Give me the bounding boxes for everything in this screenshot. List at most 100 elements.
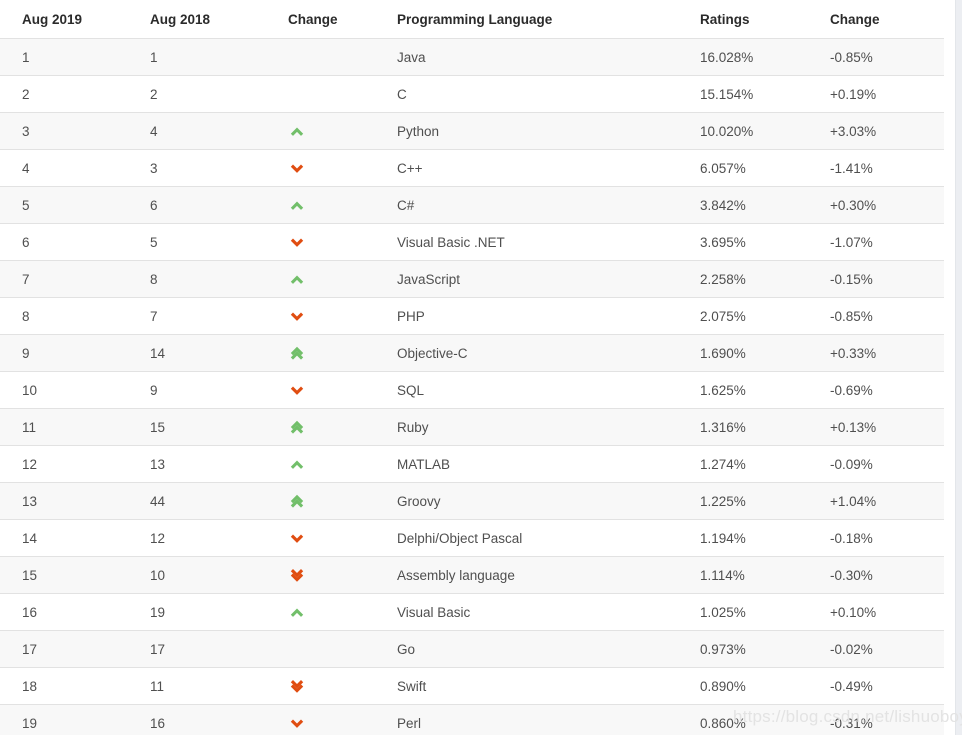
- cell-programming-language: MATLAB: [385, 445, 688, 483]
- cell-rank-current: 9: [0, 334, 133, 372]
- cell-ratings-change: -0.30%: [813, 556, 944, 594]
- chevron-double-up-icon: [288, 345, 306, 361]
- table-header-row: Aug 2019 Aug 2018 Change Programming Lan…: [0, 0, 944, 39]
- chevron-down-icon: [288, 530, 306, 546]
- cell-ratings: 1.225%: [688, 482, 813, 520]
- page-right-gutter: [955, 0, 962, 735]
- table-row: 8 7 PHP 2.075% -0.85%: [0, 297, 944, 335]
- cell-rank-current: 2: [0, 75, 133, 113]
- column-header-programming-language: Programming Language: [385, 0, 688, 39]
- cell-ratings-change: -0.15%: [813, 260, 944, 298]
- cell-change-direction: [271, 38, 385, 76]
- cell-ratings-change: -0.02%: [813, 630, 944, 668]
- cell-rank-previous: 3: [133, 149, 271, 187]
- table-row: 15 10 Assembly language 1.114% -0.30%: [0, 556, 944, 594]
- cell-ratings-change: -0.09%: [813, 445, 944, 483]
- cell-change-direction: [271, 408, 385, 446]
- cell-programming-language: Perl: [385, 704, 688, 735]
- chevron-double-up-icon: [288, 493, 306, 509]
- chevron-down-icon: [288, 308, 306, 324]
- cell-ratings-change: -0.18%: [813, 519, 944, 557]
- table-row: 19 16 Perl 0.860% -0.31%: [0, 704, 944, 735]
- cell-ratings: 1.114%: [688, 556, 813, 594]
- cell-ratings-change: -0.69%: [813, 371, 944, 409]
- cell-change-direction: [271, 371, 385, 409]
- table-row: 4 3 C++ 6.057% -1.41%: [0, 149, 944, 187]
- table-row: 11 15 Ruby 1.316% +0.13%: [0, 408, 944, 446]
- table-row: 12 13 MATLAB 1.274% -0.09%: [0, 445, 944, 483]
- cell-rank-current: 4: [0, 149, 133, 187]
- cell-rank-current: 14: [0, 519, 133, 557]
- cell-rank-current: 13: [0, 482, 133, 520]
- cell-rank-previous: 9: [133, 371, 271, 409]
- cell-ratings: 3.842%: [688, 186, 813, 224]
- table-row: 14 12 Delphi/Object Pascal 1.194% -0.18%: [0, 519, 944, 557]
- cell-ratings: 1.025%: [688, 593, 813, 631]
- programming-language-ranking-table: Aug 2019 Aug 2018 Change Programming Lan…: [0, 0, 944, 735]
- cell-change-direction: [271, 297, 385, 335]
- cell-programming-language: Go: [385, 630, 688, 668]
- cell-programming-language: Java: [385, 38, 688, 76]
- cell-rank-current: 6: [0, 223, 133, 261]
- cell-programming-language: C++: [385, 149, 688, 187]
- cell-programming-language: Delphi/Object Pascal: [385, 519, 688, 557]
- cell-change-direction: [271, 75, 385, 113]
- cell-rank-current: 10: [0, 371, 133, 409]
- cell-ratings-change: -1.41%: [813, 149, 944, 187]
- cell-rank-current: 1: [0, 38, 133, 76]
- cell-rank-current: 17: [0, 630, 133, 668]
- cell-ratings-change: -0.85%: [813, 297, 944, 335]
- cell-rank-previous: 13: [133, 445, 271, 483]
- chevron-down-icon: [288, 234, 306, 250]
- cell-ratings: 6.057%: [688, 149, 813, 187]
- cell-programming-language: C: [385, 75, 688, 113]
- cell-rank-previous: 12: [133, 519, 271, 557]
- cell-programming-language: Visual Basic .NET: [385, 223, 688, 261]
- cell-programming-language: SQL: [385, 371, 688, 409]
- cell-change-direction: [271, 519, 385, 557]
- cell-rank-current: 11: [0, 408, 133, 446]
- cell-change-direction: [271, 112, 385, 150]
- table-row: 1 1 Java 16.028% -0.85%: [0, 38, 944, 76]
- cell-ratings-change: -0.31%: [813, 704, 944, 735]
- cell-change-direction: [271, 223, 385, 261]
- cell-change-direction: [271, 482, 385, 520]
- chevron-double-down-icon: [288, 567, 306, 583]
- table-row: 3 4 Python 10.020% +3.03%: [0, 112, 944, 150]
- table-row: 13 44 Groovy 1.225% +1.04%: [0, 482, 944, 520]
- cell-ratings: 1.316%: [688, 408, 813, 446]
- cell-rank-current: 5: [0, 186, 133, 224]
- table-row: 9 14 Objective-C 1.690% +0.33%: [0, 334, 944, 372]
- cell-change-direction: [271, 149, 385, 187]
- table-row: 5 6 C# 3.842% +0.30%: [0, 186, 944, 224]
- cell-rank-previous: 6: [133, 186, 271, 224]
- cell-ratings: 1.274%: [688, 445, 813, 483]
- cell-change-direction: [271, 667, 385, 705]
- cell-rank-previous: 2: [133, 75, 271, 113]
- cell-ratings-change: +0.13%: [813, 408, 944, 446]
- cell-ratings: 3.695%: [688, 223, 813, 261]
- cell-change-direction: [271, 630, 385, 668]
- page-root: Aug 2019 Aug 2018 Change Programming Lan…: [0, 0, 962, 735]
- column-header-change-direction: Change: [271, 0, 385, 39]
- chevron-double-down-icon: [288, 678, 306, 694]
- cell-rank-previous: 16: [133, 704, 271, 735]
- cell-rank-current: 15: [0, 556, 133, 594]
- cell-programming-language: PHP: [385, 297, 688, 335]
- cell-programming-language: Objective-C: [385, 334, 688, 372]
- chevron-down-icon: [288, 715, 306, 731]
- cell-change-direction: [271, 334, 385, 372]
- cell-rank-previous: 17: [133, 630, 271, 668]
- cell-ratings: 0.890%: [688, 667, 813, 705]
- column-header-rank-current: Aug 2019: [0, 0, 133, 39]
- table-header: Aug 2019 Aug 2018 Change Programming Lan…: [0, 0, 944, 39]
- cell-change-direction: [271, 186, 385, 224]
- column-header-ratings: Ratings: [688, 0, 813, 39]
- cell-programming-language: Swift: [385, 667, 688, 705]
- cell-programming-language: Groovy: [385, 482, 688, 520]
- cell-rank-current: 3: [0, 112, 133, 150]
- column-header-ratings-change: Change: [813, 0, 944, 39]
- cell-rank-previous: 7: [133, 297, 271, 335]
- chevron-down-icon: [288, 160, 306, 176]
- cell-rank-previous: 14: [133, 334, 271, 372]
